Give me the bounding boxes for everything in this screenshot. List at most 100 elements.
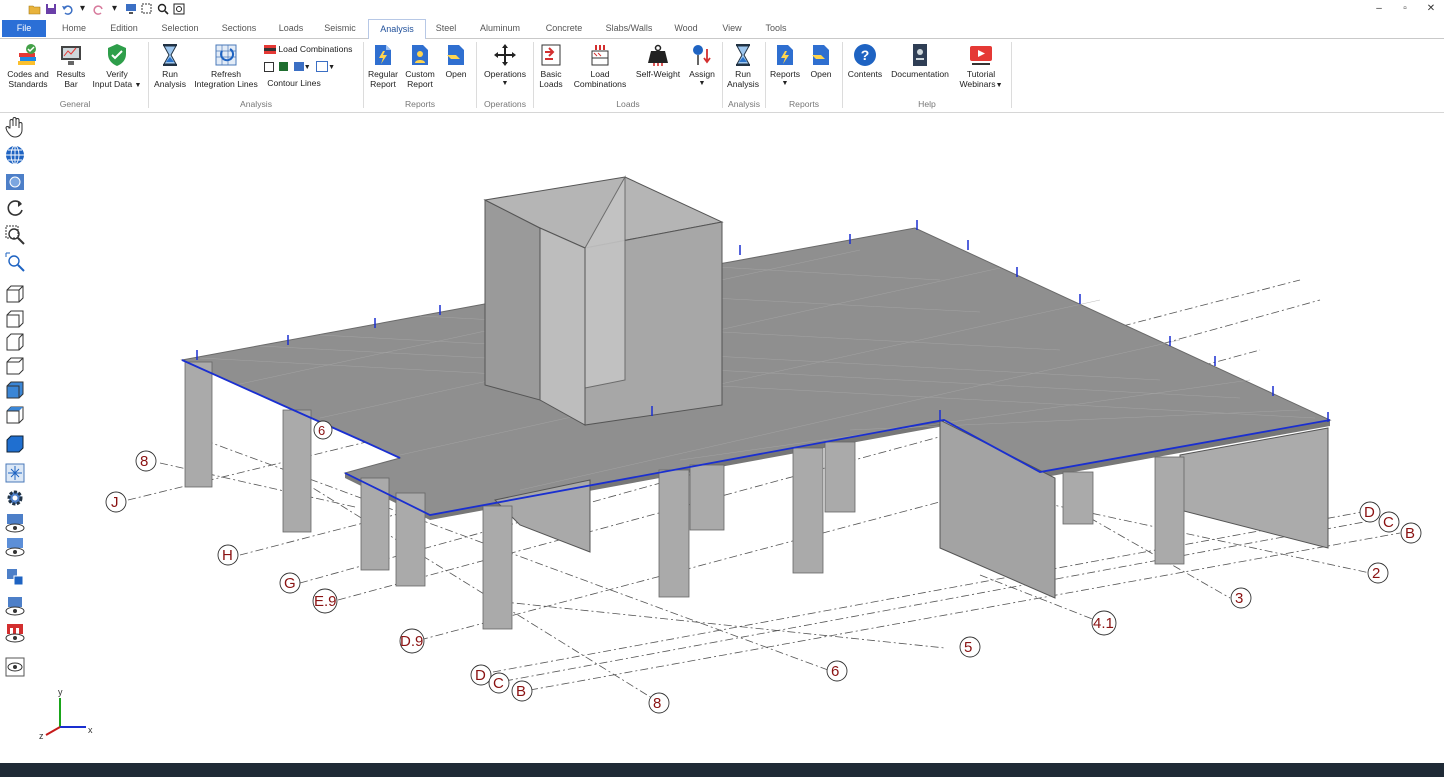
codes-standards-button[interactable]: Codes and Standards — [4, 43, 52, 89]
select-window-icon[interactable] — [140, 2, 153, 15]
tab-view[interactable]: View — [712, 21, 752, 37]
hide-eye-icon[interactable] — [4, 536, 26, 558]
contour-lines-button[interactable]: Contour Lines — [264, 78, 324, 88]
open-report-button[interactable]: Open — [440, 43, 472, 79]
open-report-button-2[interactable]: Open — [806, 43, 836, 79]
tab-selection[interactable]: Selection — [152, 21, 208, 37]
group-label-reports: Reports — [404, 99, 436, 109]
close-button[interactable]: ✕ — [1418, 0, 1444, 16]
contents-button[interactable]: ? Contents — [845, 43, 885, 79]
cube-3d-view-icon[interactable] — [4, 283, 26, 305]
fit-view-icon[interactable] — [4, 462, 26, 484]
undo-icon[interactable] — [60, 2, 73, 15]
cube-back-view-icon[interactable] — [4, 331, 26, 353]
tab-tools[interactable]: Tools — [758, 21, 794, 37]
checkbox-icon[interactable] — [264, 61, 274, 72]
tab-edition[interactable]: Edition — [102, 21, 146, 37]
globe-icon[interactable] — [4, 144, 26, 166]
color-fill-icon[interactable] — [279, 62, 289, 72]
documentation-button[interactable]: Documentation — [887, 43, 953, 79]
open-folder-icon[interactable] — [28, 2, 41, 15]
tab-slabs-walls[interactable]: Slabs/Walls — [598, 21, 660, 37]
results-bar-icon — [61, 46, 81, 65]
status-bar — [0, 763, 1444, 777]
cube-solid-view-icon[interactable] — [4, 433, 26, 455]
tab-sections[interactable]: Sections — [212, 21, 266, 37]
model-viewport[interactable]: y x z 8 J H G E.9 D.9 D C B 8 D C B 2 3 … — [30, 113, 1444, 763]
core-walls[interactable] — [483, 175, 724, 426]
custom-report-button[interactable]: Custom Report — [402, 43, 438, 89]
model-view-icon[interactable] — [4, 565, 26, 587]
tab-home[interactable]: Home — [52, 21, 96, 37]
cube-bottom-view-icon[interactable] — [4, 404, 26, 426]
tab-concrete[interactable]: Concrete — [536, 21, 592, 37]
redo-icon[interactable] — [92, 2, 105, 15]
operations-button[interactable]: Operations ▼ — [480, 43, 530, 89]
results-label-1: Results — [56, 69, 86, 79]
pan-hand-icon[interactable] — [4, 116, 26, 138]
assign-button[interactable]: Assign ▼ — [686, 43, 718, 89]
results-bar-button[interactable]: Results Bar — [54, 43, 88, 89]
chevron-down-icon[interactable]: ▾ — [108, 2, 121, 15]
save-icon[interactable] — [44, 2, 57, 15]
cube-front-view-icon[interactable] — [4, 308, 26, 330]
verify-label-2: Input Data — [92, 79, 133, 89]
rotate-icon[interactable] — [4, 197, 26, 219]
open-file-icon — [812, 45, 829, 65]
tab-file[interactable]: File — [2, 20, 46, 37]
settings-gear-icon[interactable] — [4, 487, 26, 509]
chevron-down-icon[interactable]: ▼ — [328, 64, 335, 71]
tab-aluminum[interactable]: Aluminum — [470, 21, 530, 37]
zoom-window-icon[interactable] — [4, 224, 26, 246]
tutorial-webinars-button[interactable]: Tutorial Webinars▼ — [956, 43, 1006, 91]
rotate-view-icon[interactable] — [4, 171, 26, 193]
show-supports-eye-icon[interactable] — [4, 622, 26, 644]
shield-check-icon — [108, 44, 126, 66]
open2-label: Open — [810, 69, 832, 79]
load-combinations-button[interactable]: Load Combinations — [570, 43, 630, 89]
grid-label: D — [475, 667, 486, 684]
regular-report-button[interactable]: Regular Report — [366, 43, 400, 89]
self-weight-button[interactable]: Self-Weight — [632, 43, 684, 79]
axis-label-y: y — [58, 687, 63, 697]
search-icon[interactable] — [156, 2, 169, 15]
tab-wood[interactable]: Wood — [666, 21, 706, 37]
group-label-analysis: Analysis — [240, 99, 272, 109]
axis-label-x: x — [88, 725, 93, 735]
grid-label: G — [284, 575, 296, 592]
run-label-2: Analysis — [154, 79, 186, 89]
contour-settings-icon[interactable] — [316, 61, 329, 73]
tab-loads[interactable]: Loads — [270, 21, 312, 37]
view-toolbar — [0, 113, 30, 763]
tab-analysis[interactable]: Analysis — [368, 19, 426, 40]
grid-label: 3 — [1235, 590, 1243, 607]
basic-loads-button[interactable]: Basic Loads — [536, 43, 566, 89]
show-elements-eye-icon[interactable] — [4, 595, 26, 617]
codes-label-1: Codes and — [7, 69, 49, 79]
cube-side-view-icon[interactable] — [4, 355, 26, 377]
view-eye-icon[interactable] — [4, 512, 26, 534]
load-combinations-small-button[interactable]: Load Combinations — [264, 44, 360, 55]
show-all-eye-icon[interactable] — [4, 656, 26, 678]
codes-label-2: Standards — [8, 79, 48, 89]
chevron-down-icon[interactable]: ▾ — [76, 2, 89, 15]
chevron-down-icon[interactable]: ▼ — [304, 64, 311, 71]
zoom-window-icon[interactable] — [172, 2, 185, 15]
table-icon[interactable] — [293, 62, 304, 72]
run-analysis-button[interactable]: Run Analysis — [152, 43, 188, 89]
load-combinations-small-icon — [264, 45, 276, 55]
zoom-extents-icon[interactable] — [4, 251, 26, 273]
assign-pin-icon — [693, 45, 711, 65]
run-analysis-button-2[interactable]: Run Analysis — [725, 43, 761, 89]
reports-button[interactable]: Reports ▼ — [768, 43, 802, 89]
tab-steel[interactable]: Steel — [428, 21, 464, 37]
refresh-integration-lines-button[interactable]: Refresh Integration Lines — [190, 43, 262, 89]
verify-input-data-button[interactable]: Verify Input Data ▼ — [90, 43, 144, 91]
refresh-label-1: Refresh — [210, 69, 242, 79]
restore-button[interactable]: ▫ — [1392, 0, 1418, 16]
cube-top-view-icon[interactable] — [4, 379, 26, 401]
minimize-button[interactable]: – — [1366, 0, 1392, 16]
monitor-icon[interactable] — [124, 2, 137, 15]
load-combinations-icon — [591, 45, 609, 66]
tab-seismic[interactable]: Seismic — [316, 21, 364, 37]
